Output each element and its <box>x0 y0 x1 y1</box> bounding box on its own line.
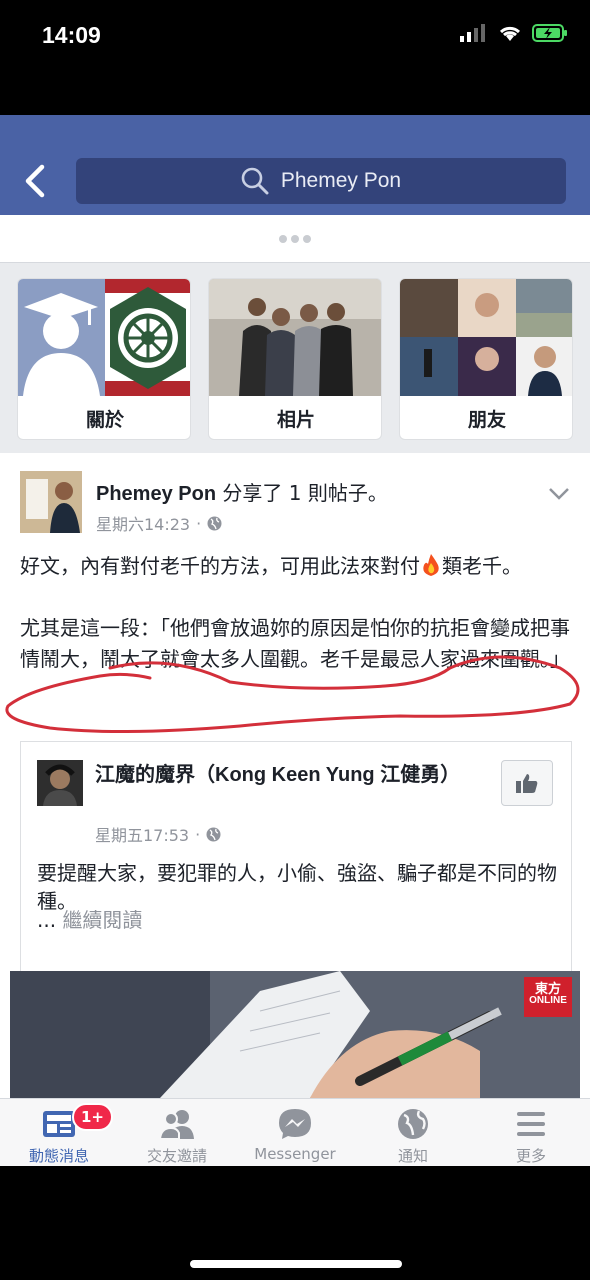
search-header: Phemey Pon <box>0 115 590 215</box>
post-timestamp[interactable]: 星期六14:23 <box>96 511 190 535</box>
tab-more-label: 更多 <box>515 1147 546 1165</box>
tile-friends[interactable]: 朋友 <box>399 278 573 440</box>
post-paragraph-2: 尤其是這一段：「他們會放過妳的原因是怕你的抗拒會變成把事情鬧大，鬧大了就會太多人… <box>20 616 570 671</box>
tile-about-label: 關於 <box>85 408 124 431</box>
public-globe-icon <box>206 827 221 841</box>
status-icons <box>460 24 568 42</box>
more-dots-icon[interactable] <box>279 235 311 243</box>
tab-notifications-label: 通知 <box>397 1147 428 1165</box>
notification-badge: 1+ <box>72 1103 114 1131</box>
tab-messenger-label: Messenger <box>254 1145 336 1163</box>
ellipsis: ... <box>37 908 63 932</box>
tab-messenger[interactable]: Messenger <box>236 1099 354 1166</box>
photos-image <box>209 279 381 396</box>
status-bar: 14:09 <box>0 0 590 115</box>
brand-logo: 東方 ONLINE <box>524 977 572 1017</box>
signal-icon <box>460 24 485 42</box>
post-paragraph-1: 好文，內有對付老千的方法，可用此法來對付 類老千。 <box>20 554 522 578</box>
tab-more[interactable]: 更多 <box>472 1099 590 1166</box>
tab-friend-requests-label: 交友邀請 <box>146 1147 207 1165</box>
wifi-icon <box>499 26 521 41</box>
like-page-button[interactable] <box>501 760 553 806</box>
about-image <box>18 279 190 396</box>
tab-news-feed[interactable]: 動態消息 1+ <box>0 1099 118 1166</box>
continue-reading[interactable]: ... 繼續閱讀 <box>37 904 142 933</box>
post-header: Phemey Pon 分享了 1 則帖子。 <box>96 477 388 506</box>
shared-timestamp[interactable]: 星期五17:53 <box>95 822 189 846</box>
tile-photos-label: 相片 <box>276 408 315 431</box>
battery-charging-icon <box>532 24 567 42</box>
home-indicator[interactable] <box>190 1260 402 1268</box>
profile-tiles: 關於 相片 朋友 <box>0 263 590 453</box>
search-query: Phemey Pon <box>280 169 402 192</box>
search-icon <box>241 167 269 195</box>
tile-about[interactable]: 關於 <box>17 278 191 440</box>
drag-handle-bar[interactable] <box>0 215 590 263</box>
friends-image <box>400 279 572 396</box>
status-time: 14:09 <box>42 22 101 48</box>
shared-author-avatar[interactable] <box>37 760 83 806</box>
tile-photos[interactable]: 相片 <box>208 278 382 440</box>
tab-friend-requests[interactable]: 交友邀請 <box>118 1099 236 1166</box>
continue-reading-link[interactable]: 繼續閱讀 <box>62 908 142 932</box>
messenger-icon <box>279 1109 311 1139</box>
feed-post: Phemey Pon 分享了 1 則帖子。 星期六14:23 · 好文，內有對付… <box>0 453 590 1098</box>
post-author-avatar[interactable] <box>20 471 82 533</box>
tab-notifications[interactable]: 通知 <box>354 1099 472 1166</box>
globe-icon <box>398 1109 428 1139</box>
menu-icon <box>517 1112 545 1136</box>
thumbs-up-icon <box>516 774 538 793</box>
friends-icon <box>158 1110 194 1140</box>
post-action-text: 分享了 1 則帖子。 <box>216 481 388 505</box>
tab-news-feed-label: 動態消息 <box>28 1147 89 1165</box>
shared-meta: 星期五17:53 · <box>95 822 221 846</box>
chevron-down-icon[interactable] <box>548 487 570 501</box>
bottom-tab-bar: 動態消息 1+ 交友邀請 Messenger 通知 更多 <box>0 1098 590 1166</box>
public-globe-icon <box>207 516 222 530</box>
fire-emoji-icon <box>423 554 439 576</box>
post-author-name[interactable]: Phemey Pon <box>96 483 216 505</box>
back-arrow-icon[interactable] <box>20 163 50 199</box>
shared-post-card[interactable]: 江魔的魔界（Kong Keen Yung 江健勇） 星期五17:53 · 要提醒… <box>20 741 572 971</box>
tile-friends-label: 朋友 <box>467 408 506 431</box>
post-meta: 星期六14:23 · <box>96 511 222 535</box>
post-body: 好文，內有對付老千的方法，可用此法來對付 類老千。 尤其是這一段：「他們會放過妳的… <box>20 551 570 706</box>
search-input[interactable]: Phemey Pon <box>76 158 566 204</box>
article-image[interactable]: 東方 ONLINE <box>10 971 580 1098</box>
shared-author-name[interactable]: 江魔的魔界（Kong Keen Yung 江健勇） <box>95 760 475 790</box>
